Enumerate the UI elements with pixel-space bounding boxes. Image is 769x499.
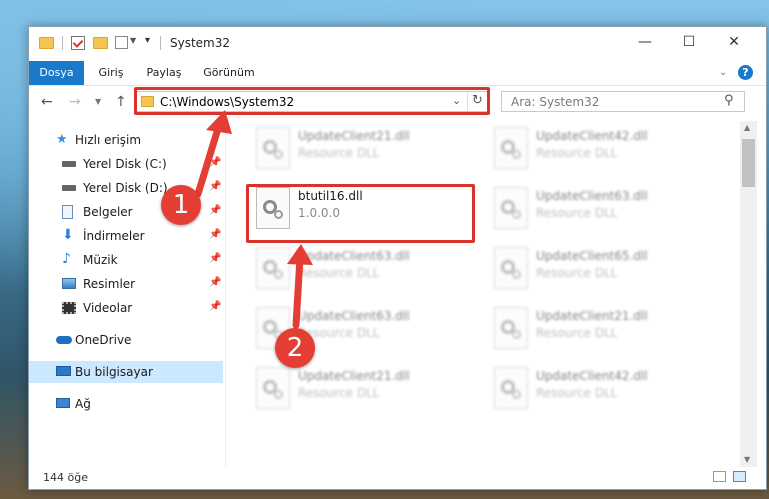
arrow-2-shaft [292, 254, 304, 329]
annotation-arrows [194, 110, 313, 329]
arrow-1-shaft [194, 118, 224, 198]
step-badge-1: 1 [161, 185, 201, 225]
arrow-2-head [287, 244, 313, 265]
step-badge-2: 2 [275, 328, 315, 368]
arrow-1-head [206, 110, 232, 134]
